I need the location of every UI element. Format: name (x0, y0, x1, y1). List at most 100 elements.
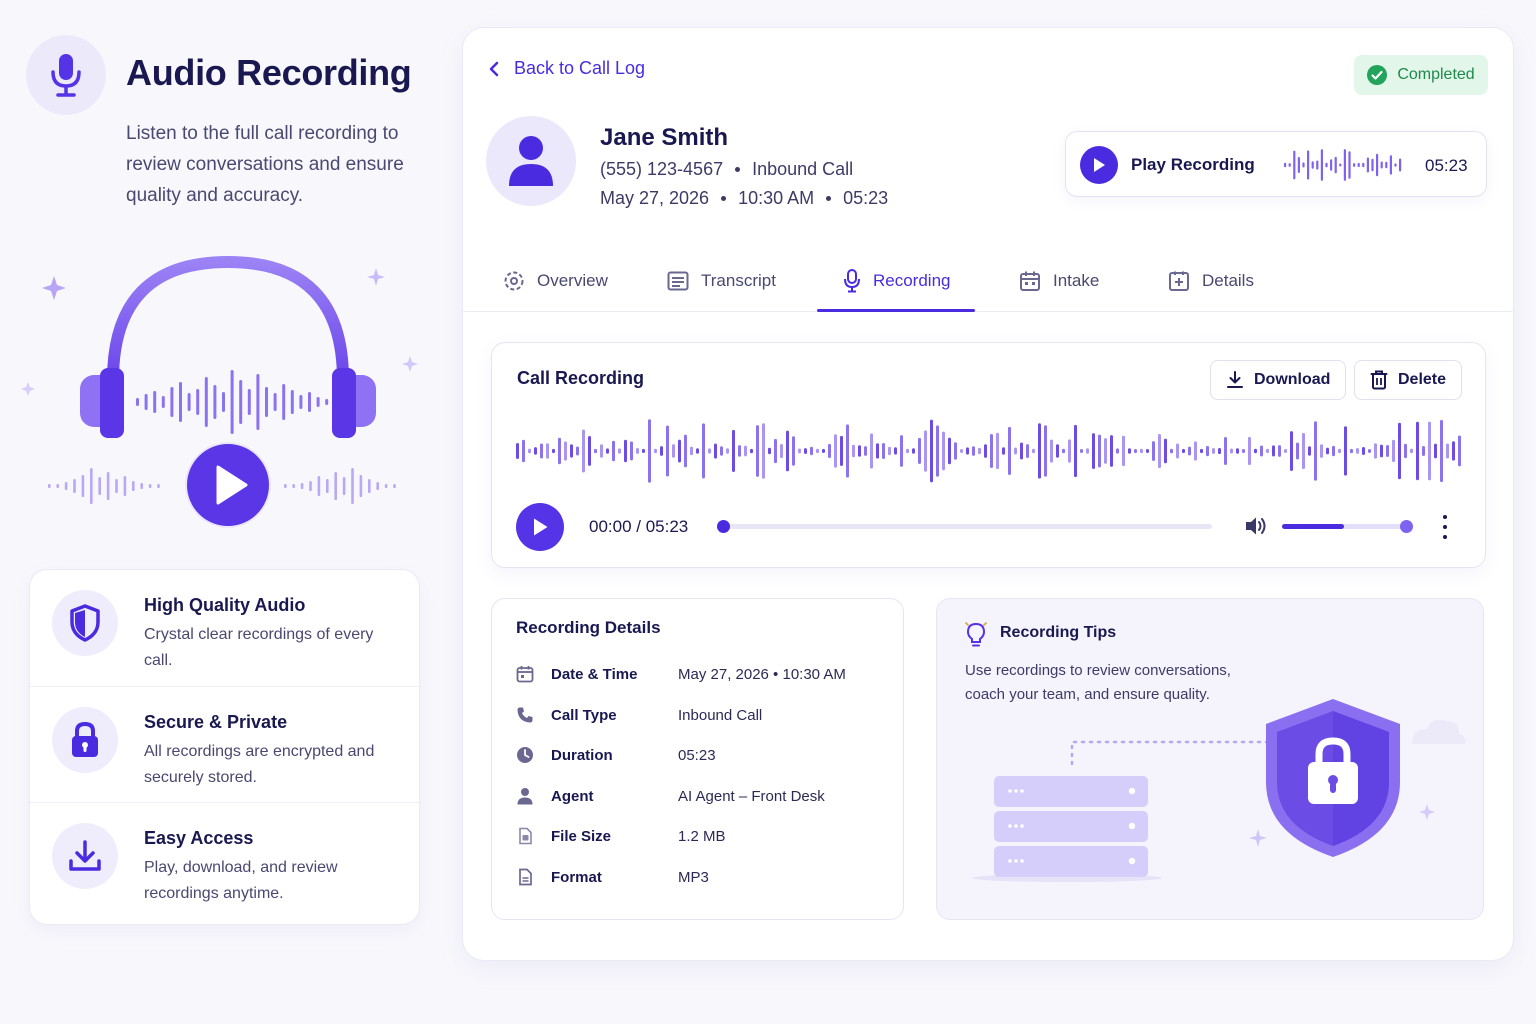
quick-play-button[interactable] (1080, 146, 1118, 184)
volume-handle[interactable] (1400, 520, 1413, 533)
phone-icon (517, 707, 533, 723)
waveform-bar (90, 468, 93, 504)
waveform-bar (1050, 439, 1053, 463)
waveform-bar (1206, 445, 1209, 457)
waveform-bar (864, 446, 867, 456)
waveform-bar (290, 390, 294, 414)
feature-easy-access: Easy Access Play, download, and review r… (30, 802, 419, 918)
waveform-bar (1374, 443, 1377, 459)
waveform-bar (179, 382, 182, 422)
waveform-bar (1308, 446, 1311, 456)
waveform-bar (708, 448, 711, 454)
tab-intake[interactable]: Intake (1019, 250, 1099, 312)
overview-icon (504, 271, 524, 291)
call-duration: 05:23 (843, 188, 889, 208)
delete-button[interactable]: Delete (1354, 360, 1463, 400)
waveform-bar (1134, 449, 1137, 454)
waveform-bar (1164, 438, 1167, 464)
calendar-icon (516, 666, 534, 683)
waveform-bar (48, 484, 51, 488)
seek-handle[interactable] (717, 520, 730, 533)
play-button[interactable] (516, 503, 564, 551)
waveform-bar (148, 484, 152, 488)
waveform-bar (552, 448, 555, 454)
waveform-bar (744, 445, 747, 457)
waveform-bar (300, 483, 304, 489)
waveform-bar (316, 397, 320, 407)
waveform-bar (1380, 444, 1383, 458)
waveform-bar (98, 477, 101, 495)
waveform-bar (678, 439, 681, 463)
waveform-bar (828, 443, 831, 458)
waveform-bar (1307, 150, 1310, 180)
download-tray-icon (69, 840, 101, 871)
play-icon (534, 518, 548, 536)
waveform-bar (882, 443, 885, 459)
waveform-bar (1002, 447, 1005, 455)
waveform-bar (1068, 439, 1071, 463)
tab-details[interactable]: Details (1168, 250, 1254, 312)
waveform-bar (1297, 157, 1300, 173)
waveform-bar (351, 468, 354, 504)
waveform-bar (918, 437, 921, 464)
detail-value: AI Agent – Front Desk (678, 787, 825, 805)
waveform-bar (73, 479, 76, 493)
waveform-bar (1008, 426, 1011, 475)
waveform-bar (1224, 437, 1227, 465)
waveform-bar (1416, 421, 1419, 481)
volume-slider[interactable] (1282, 524, 1406, 529)
delete-label: Delete (1398, 371, 1447, 388)
tab-transcript[interactable]: Transcript (667, 250, 776, 312)
waveform-bar (726, 448, 729, 454)
transcript-icon (667, 271, 689, 291)
waveform-bar (702, 423, 705, 479)
waveform-bar (1086, 448, 1089, 454)
recording-tips-card: Recording Tips Use recordings to review … (936, 598, 1484, 920)
waveform-bar (1288, 163, 1291, 167)
waveform-bar (247, 389, 251, 415)
more-options-button[interactable] (1438, 515, 1452, 539)
waveform-bar (1260, 445, 1263, 457)
waveform-bar (996, 432, 999, 470)
quick-play-duration: 05:23 (1425, 156, 1468, 175)
waveform-bar (1326, 447, 1329, 455)
waveform-bar (534, 447, 537, 455)
tab-overview[interactable]: Overview (503, 250, 608, 312)
seek-bar[interactable] (724, 524, 1212, 529)
waveform-bar (56, 484, 59, 488)
waveform-bar (1311, 161, 1314, 169)
recording-waveform[interactable] (516, 415, 1462, 487)
clock-icon (517, 747, 533, 763)
waveform-bar (1266, 448, 1269, 454)
waveform-bar (876, 443, 879, 459)
recording-details-card: Recording Details Date & Time May 27, 20… (491, 598, 904, 920)
waveform-bar (672, 444, 675, 458)
waveform-bar (1080, 449, 1083, 453)
tab-bar: Overview Transcript Recording Intake Det… (463, 250, 1513, 312)
detail-label: File Size (551, 827, 612, 845)
waveform-bar (942, 431, 945, 471)
waveform-bar (936, 425, 939, 477)
waveform-bar (1440, 419, 1443, 483)
tab-recording[interactable]: Recording (843, 250, 951, 312)
download-button[interactable]: Download (1210, 360, 1347, 400)
separator-dot (721, 196, 727, 201)
trash-icon (1370, 370, 1388, 390)
detail-value: May 27, 2026 • 10:30 AM (678, 665, 846, 683)
volume-icon[interactable] (1244, 515, 1268, 537)
waveform-bar (780, 444, 783, 459)
waveform-bar (170, 387, 174, 417)
waveform-bar (284, 484, 287, 488)
waveform-bar (924, 430, 927, 472)
waveform-bar (256, 374, 260, 430)
waveform-bar (750, 448, 753, 454)
waveform-bar (334, 472, 337, 500)
waveform-bar (222, 392, 225, 412)
waveform-bar (1116, 448, 1119, 454)
quick-play-recording[interactable]: Play Recording 05:23 (1065, 131, 1487, 197)
waveform-bar (1404, 443, 1407, 459)
person-icon (517, 788, 533, 805)
waveform-bar (768, 447, 771, 455)
waveform-bar (1020, 442, 1023, 460)
back-to-call-log-link[interactable]: Back to Call Log (488, 58, 645, 79)
